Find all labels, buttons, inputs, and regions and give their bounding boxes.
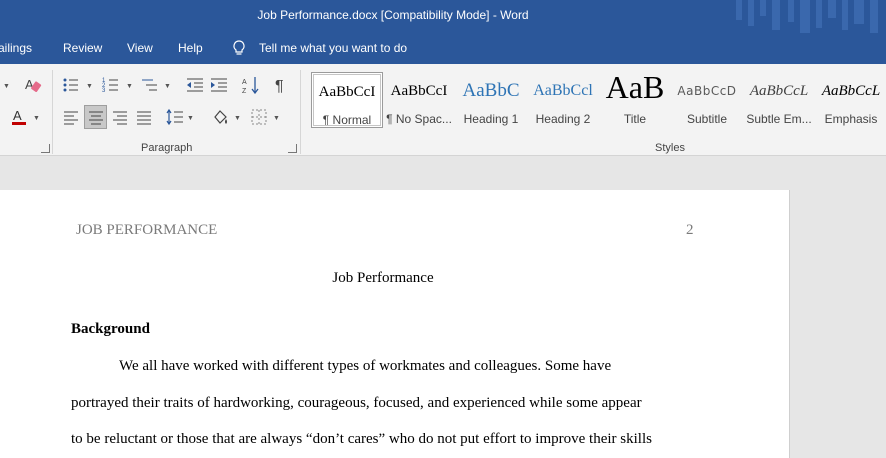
font-size-dropdown-arrow[interactable]: ▼ <box>3 83 10 90</box>
style-sample: AaBbCcD <box>677 84 737 98</box>
line-spacing-icon[interactable] <box>166 108 184 126</box>
style-sample: AaBbC <box>462 80 520 101</box>
lightbulb-icon[interactable] <box>232 40 246 57</box>
style-name: Heading 2 <box>535 112 591 126</box>
style-sample: AaBbCcl <box>533 82 593 99</box>
paragraph-group-label: Paragraph <box>141 142 193 154</box>
page-number: 2 <box>686 222 694 238</box>
tell-me-search[interactable]: Tell me what you want to do <box>259 41 407 55</box>
body-line: portrayed their traits of hardworking, c… <box>71 395 642 411</box>
style-subtitle[interactable]: AaBbCcD Subtitle <box>671 72 743 128</box>
style-name: Title <box>623 112 647 126</box>
tab-review[interactable]: Review <box>63 41 102 55</box>
style-sample: AaBbCcI <box>390 83 448 99</box>
bullets-icon[interactable] <box>62 76 80 94</box>
shading-dropdown-arrow[interactable]: ▼ <box>234 115 241 122</box>
svg-text:¶: ¶ <box>275 78 284 94</box>
style-name: Heading 1 <box>463 112 519 126</box>
document-page[interactable]: JOB PERFORMANCE 2 Job Performance Backgr… <box>0 190 790 458</box>
running-header: JOB PERFORMANCE <box>76 222 218 238</box>
menu-bar: ailings Review View Help Tell me what yo… <box>0 33 886 64</box>
tab-help[interactable]: Help <box>178 41 203 55</box>
styles-group-label: Styles <box>655 142 685 154</box>
title-bar-pattern <box>736 0 878 33</box>
tab-view[interactable]: View <box>127 41 153 55</box>
show-formatting-marks-icon[interactable]: ¶ <box>272 76 290 94</box>
borders-icon[interactable] <box>250 108 268 126</box>
style-heading-2[interactable]: AaBbCcl Heading 2 <box>527 72 599 128</box>
style-name: ¶ Normal <box>322 113 372 127</box>
multilevel-dropdown-arrow[interactable]: ▼ <box>164 83 171 90</box>
sort-icon[interactable]: A Z <box>242 76 260 94</box>
style-name: ¶ No Spac... <box>386 112 452 126</box>
ribbon: ▼ A A ▼ ▼ 1 2 3 ▼ ▼ A Z ¶ ▼ ▼ ▼ Paragrap… <box>0 64 886 156</box>
tab-mailings[interactable]: ailings <box>0 41 32 55</box>
justify-icon[interactable] <box>135 108 153 126</box>
font-color-dropdown-arrow[interactable]: ▼ <box>33 115 40 122</box>
svg-text:A: A <box>13 108 22 123</box>
decrease-indent-icon[interactable] <box>186 76 204 94</box>
style-heading-1[interactable]: AaBbC Heading 1 <box>455 72 527 128</box>
shading-icon[interactable] <box>211 108 229 126</box>
font-color-icon[interactable]: A <box>10 108 28 126</box>
style-normal[interactable]: AaBbCcI ¶ Normal <box>311 72 383 128</box>
title-bar: Job Performance.docx [Compatibility Mode… <box>0 0 886 33</box>
align-center-icon <box>89 111 103 125</box>
style-subtle-emphasis[interactable]: AaBbCcL Subtle Em... <box>743 72 815 128</box>
style-sample: AaBbCcL <box>749 83 809 99</box>
borders-dropdown-arrow[interactable]: ▼ <box>273 115 280 122</box>
style-name: Subtitle <box>686 112 728 126</box>
style-emphasis[interactable]: AaBbCcL Emphasis <box>815 72 886 128</box>
section-heading: Background <box>71 321 150 337</box>
style-name: Subtle Em... <box>746 112 812 126</box>
document-workspace: JOB PERFORMANCE 2 Job Performance Backgr… <box>0 157 886 458</box>
clear-formatting-icon[interactable]: A <box>24 76 42 94</box>
document-title: Job Performance <box>332 270 434 286</box>
align-center-button[interactable] <box>84 105 107 129</box>
style-title[interactable]: AaB Title <box>599 72 671 128</box>
body-line: to be reluctant or those that are always… <box>71 431 652 447</box>
svg-text:Z: Z <box>242 88 247 94</box>
bullets-dropdown-arrow[interactable]: ▼ <box>86 83 93 90</box>
svg-text:3: 3 <box>102 88 106 94</box>
align-left-icon[interactable] <box>62 108 80 126</box>
line-spacing-dropdown-arrow[interactable]: ▼ <box>187 115 194 122</box>
style-no-spacing[interactable]: AaBbCcI ¶ No Spac... <box>383 72 455 128</box>
style-name: Emphasis <box>824 112 878 126</box>
multilevel-list-icon[interactable] <box>141 76 159 94</box>
style-sample: AaBbCcL <box>821 83 881 99</box>
numbering-icon[interactable]: 1 2 3 <box>102 76 120 94</box>
numbering-dropdown-arrow[interactable]: ▼ <box>126 83 133 90</box>
style-sample: AaB <box>605 72 665 105</box>
align-right-icon[interactable] <box>111 108 129 126</box>
window-title: Job Performance.docx [Compatibility Mode… <box>257 8 529 22</box>
body-line: We all have worked with different types … <box>119 358 612 374</box>
paragraph-dialog-launcher[interactable] <box>288 144 297 153</box>
font-dialog-launcher[interactable] <box>41 144 50 153</box>
group-separator <box>300 70 301 154</box>
svg-text:A: A <box>242 79 247 86</box>
style-sample: AaBbCcI <box>318 84 376 100</box>
group-separator <box>52 70 53 154</box>
increase-indent-icon[interactable] <box>210 76 228 94</box>
